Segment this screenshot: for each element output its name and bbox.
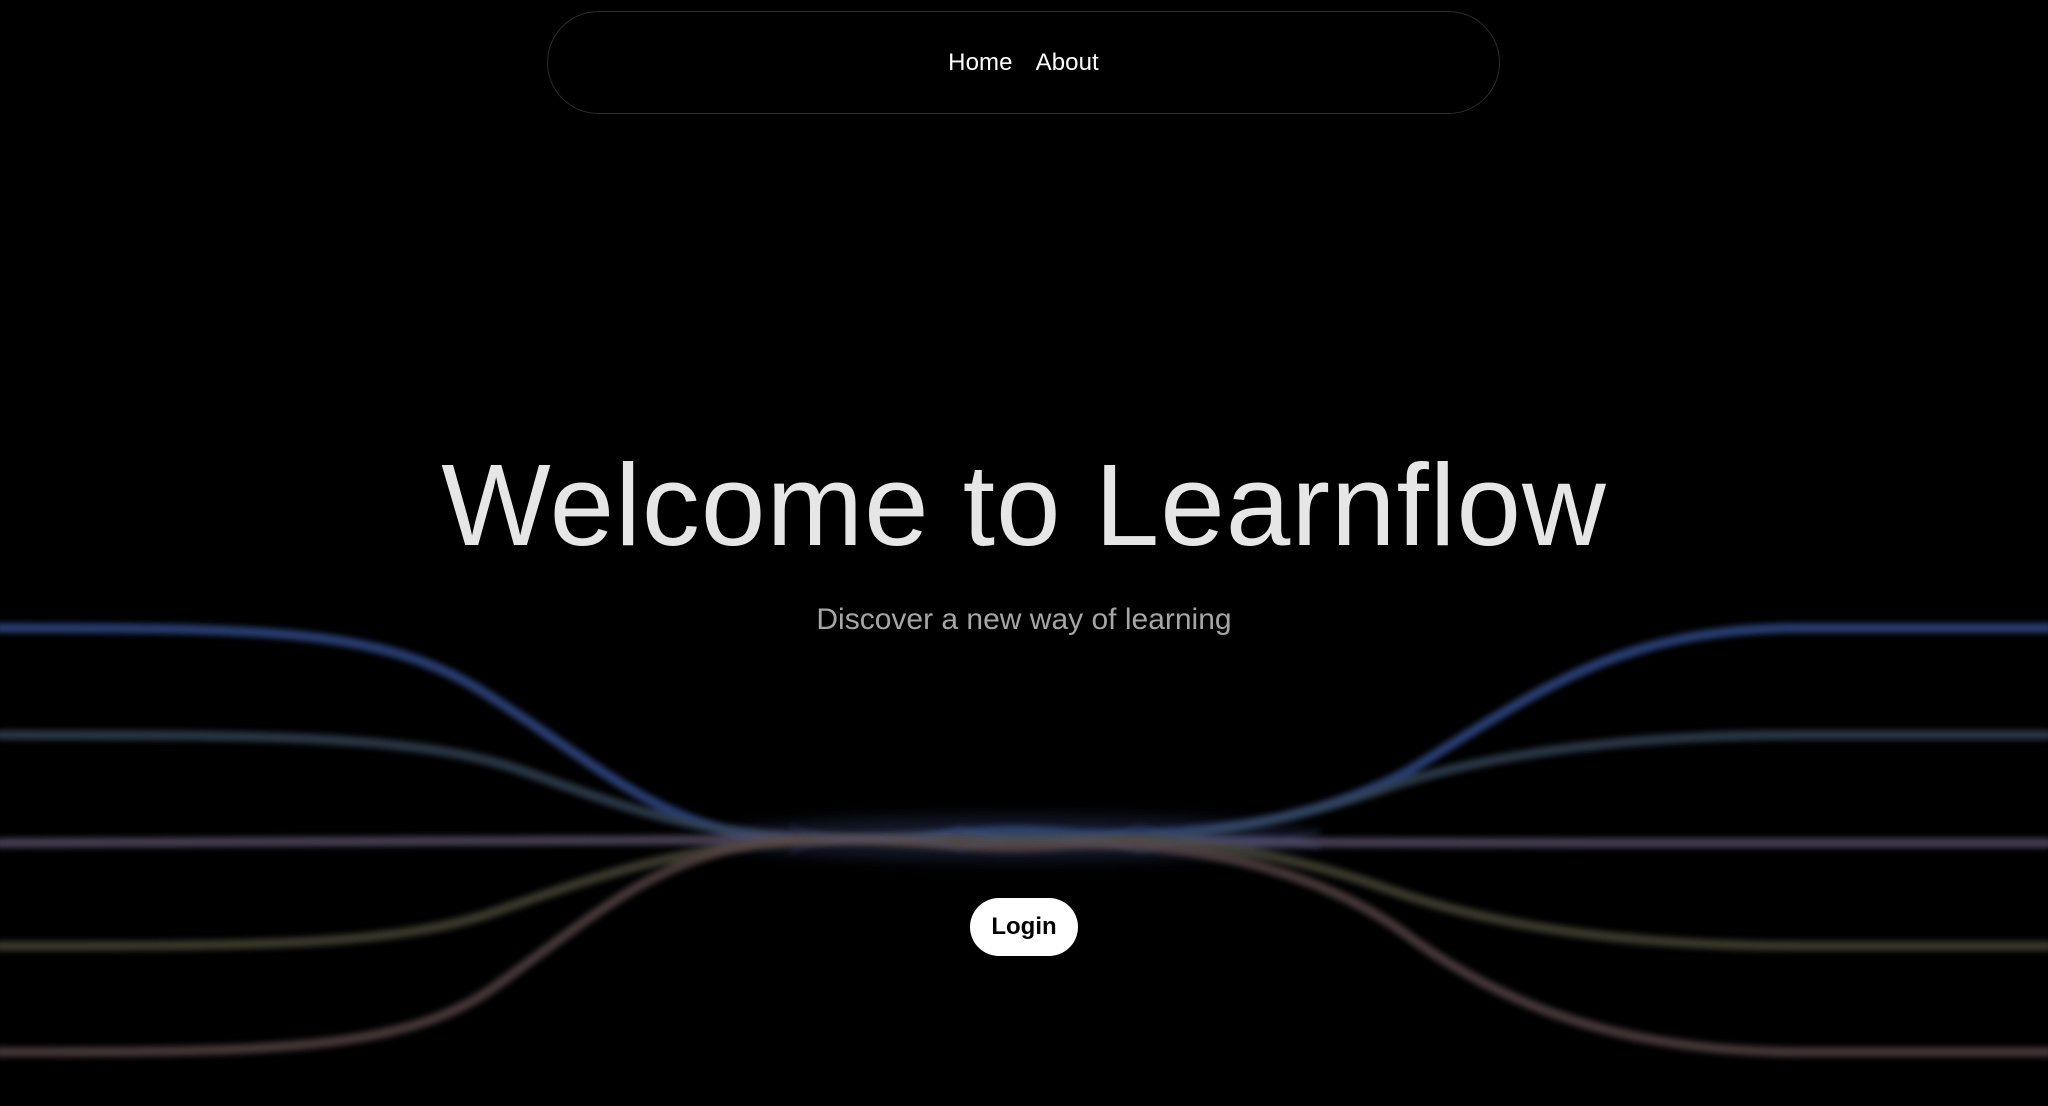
hero-subtitle: Discover a new way of learning: [816, 603, 1232, 636]
nav-about-link[interactable]: About: [1036, 49, 1099, 77]
wave-line-slate: [0, 730, 2048, 843]
landing-page: Home About Welcome to Learnflow Discover…: [0, 0, 2048, 1106]
hero-title: Welcome to Learnflow: [441, 440, 1607, 570]
wave-line-mauve: [0, 834, 2048, 848]
wave-crossing-a: [789, 824, 1321, 852]
wave-line-blue: [0, 623, 2048, 845]
nav-home-link[interactable]: Home: [948, 49, 1012, 77]
wave-crossing-b: [789, 826, 1321, 854]
top-navbar: Home About: [547, 11, 1500, 114]
login-button[interactable]: Login: [970, 898, 1078, 956]
wave-glow: [720, 816, 1320, 860]
